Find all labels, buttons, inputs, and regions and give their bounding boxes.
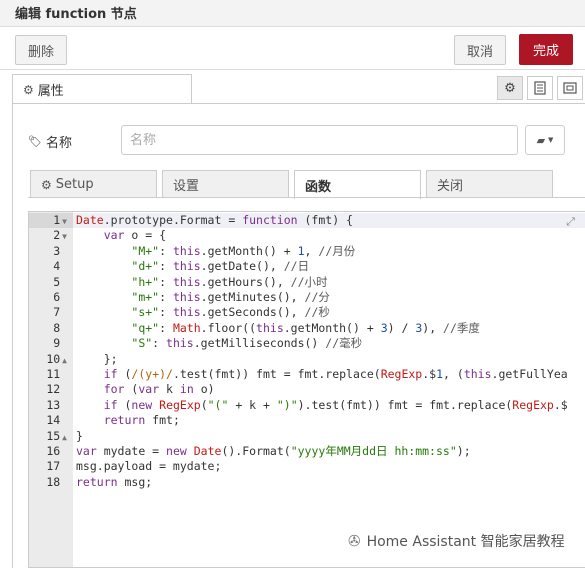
code-line[interactable]: var o = { [76,228,166,243]
code-line[interactable]: Date.prototype.Format = function (fmt) { [76,213,353,228]
name-library-button[interactable]: ▰ ▼ [525,125,565,155]
code-line[interactable]: "m+": this.getMinutes(), //分 [76,290,329,305]
expand-icon[interactable]: ⤢ [566,215,575,229]
line-number-text: 16 [46,444,61,458]
watermark: ✇ Home Assistant 智能家居教程 [348,531,565,551]
gear-icon: ⚙ [41,177,52,192]
name-input[interactable] [121,125,518,155]
code-line[interactable]: return msg; [76,475,152,490]
line-number: 17▼ [29,459,73,474]
layout-icon [563,82,577,94]
code-line[interactable]: "h+": this.getHours(), //小时 [76,275,327,290]
code-line[interactable]: "S": this.getMilliseconds() //毫秒 [76,336,362,351]
code-line[interactable]: var mydate = new Date().Format("yyyy年MM月… [76,444,471,459]
line-number: 18▼ [29,475,73,490]
line-number: 6▼ [29,290,73,305]
code-line[interactable]: "d+": this.getDate(), //日 [76,259,309,274]
tab-bar-divider [12,103,585,104]
code-line[interactable]: if (new RegExp("(" + k + ")").test(fmt))… [76,398,568,413]
code-line[interactable]: msg.payload = mydate; [76,459,221,474]
cancel-button[interactable]: 取消 [454,35,506,65]
tab-properties[interactable]: ⚙ 属性 [12,74,192,104]
fold-toggle-icon[interactable]: ▼ [62,232,67,241]
line-number-text: 3 [53,243,61,258]
line-number: 14▼ [29,413,73,428]
line-number-text: 6 [53,290,61,304]
code-line[interactable]: if (/(y+)/.test(fmt)) fmt = fmt.replace(… [76,367,568,382]
code-line[interactable]: "M+": this.getMonth() + 1, //月份 [76,244,355,259]
tab-settings[interactable]: 设置 [162,170,289,198]
code-line[interactable]: "s+": this.getSeconds(), //秒 [76,305,329,320]
tab-settings-label: 设置 [173,179,200,194]
gear-icon: ⚙ [504,80,516,96]
line-number: 16▼ [29,444,73,459]
name-row: 🏷 名称 ▰ ▼ [0,124,585,158]
line-number: 4▼ [29,259,73,274]
watermark-text: Home Assistant 智能家居教程 [366,534,565,550]
line-number: 11▼ [29,367,73,382]
line-number: 10 ▲ [29,352,73,367]
line-number: 1 ▼ [29,213,73,229]
line-number: 3▼ [29,244,73,259]
code-editor[interactable]: 1▼2▼3▼4▼5▼6▼7▼8▼9▼10▲11▼12▼13▼14▼15▲16▼1… [28,211,585,568]
line-number-text: 17 [46,459,61,474]
code-line[interactable]: for (var k in o) [76,382,215,397]
line-number: 9▼ [29,336,73,351]
line-number: 2 ▼ [29,228,73,243]
tab-close-label: 关闭 [437,179,464,194]
dialog-toolbar: 删除 取消 完成 [0,27,585,70]
line-number-text: 18 [46,474,61,489]
node-description-button[interactable] [527,76,553,100]
tab-function-label: 函数 [305,179,332,195]
line-number-text: 15 [46,428,61,443]
properties-tab-bar: ⚙ 属性 ⚙ [0,70,585,104]
line-number: 13▼ [29,398,73,413]
code-line[interactable]: return fmt; [76,413,180,428]
line-number: 8▼ [29,321,73,336]
line-number-text: 14 [46,413,61,428]
chevron-down-icon: ▼ [548,136,554,144]
fold-toggle-icon[interactable]: ▲ [62,356,67,365]
line-number-text: 11 [46,367,61,381]
line-number: 12▼ [29,382,73,397]
line-number-text: 8 [53,320,61,335]
fold-toggle-icon[interactable]: ▲ [62,433,67,442]
line-number-text: 9 [53,336,61,351]
line-number: 7▼ [29,305,73,320]
fold-toggle-icon[interactable]: ▼ [62,217,67,226]
line-number-text: 12 [46,382,61,397]
code-line[interactable]: }; [76,352,118,367]
tab-setup[interactable]: ⚙ Setup [30,170,157,198]
tab-setup-label: Setup [55,177,94,192]
node-settings-button[interactable]: ⚙ [497,76,523,100]
delete-button[interactable]: 删除 [15,35,67,65]
name-label-text: 名称 [45,136,72,151]
dialog-title: 编辑 function 节点 [15,7,137,22]
tab-function[interactable]: 函数 [294,170,421,199]
line-number-text: 4 [53,259,61,274]
line-number: 5▼ [29,275,73,290]
node-appearance-button[interactable] [557,76,583,100]
line-number-text: 1 [53,213,61,227]
done-button[interactable]: 完成 [519,34,573,65]
subtabs-divider [28,197,585,198]
line-number-text: 13 [46,397,61,412]
line-number: 15 ▲ [29,429,73,444]
wechat-icon: ✇ [348,532,361,550]
book-icon [534,81,546,95]
name-label: 🏷 名称 [28,132,72,151]
tab-close[interactable]: 关闭 [426,170,553,198]
line-number-text: 10 [46,351,61,366]
function-subtabs: ⚙ Setup 设置 函数 关闭 [0,170,585,199]
book-icon: ▰ [536,133,546,147]
line-number-text: 5 [53,274,61,289]
gear-icon: ⚙ [23,82,34,97]
tag-icon: 🏷 [28,135,42,148]
tab-properties-label: 属性 [37,84,64,99]
line-number-text: 2 [53,228,61,243]
line-number-text: 7 [53,305,61,320]
code-line[interactable]: } [76,429,83,444]
code-line[interactable]: "q+": Math.floor((this.getMonth() + 3) /… [76,321,480,336]
dialog-titlebar: 编辑 function 节点 [0,0,585,27]
